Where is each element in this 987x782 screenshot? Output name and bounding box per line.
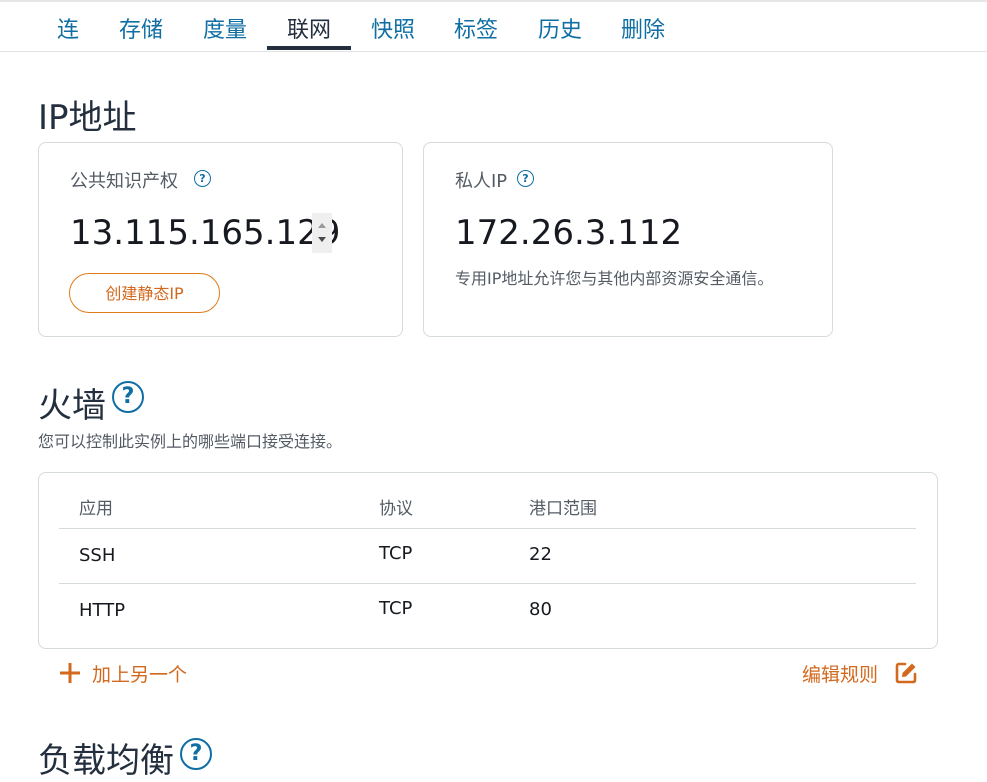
row-ssh-protocol: TCP [379,543,413,564]
row-http-app: HTTP [79,600,126,621]
row-divider [59,583,916,584]
row-divider [59,528,916,529]
firewall-table [38,472,938,649]
create-static-ip-button[interactable]: 创建静态IP [69,273,220,313]
tab-delete[interactable]: 删除 [621,12,665,44]
row-http-port: 80 [529,599,552,620]
add-rule-link[interactable]: 加上另一个 [58,660,208,686]
edit-rules-label[interactable]: 编辑规则 [802,660,878,687]
public-ip-value: 13.115.165.129 [70,213,341,253]
row-ssh-app: SSH [79,545,116,566]
load-balancing-title: 负载均衡 [38,741,174,781]
firewall-title: 火墙 [38,386,106,426]
private-ip-description: 专用IP地址允许您与其他内部资源安全通信。 [455,269,774,288]
private-ip-value: 172.26.3.112 [455,213,683,253]
row-ssh-port: 22 [529,544,552,565]
public-ip-help-icon[interactable]: ? [194,170,211,187]
firewall-help-icon[interactable]: ? [112,381,144,413]
private-ip-help-icon[interactable]: ? [517,170,534,187]
tab-tags[interactable]: 标签 [454,12,498,44]
tab-metrics[interactable]: 度量 [203,12,247,44]
tab-connect[interactable]: 连 [57,12,79,44]
column-header-protocol: 协议 [379,499,413,519]
tab-history[interactable]: 历史 [538,12,582,44]
active-tab-indicator [267,46,351,50]
tab-networking[interactable]: 联网 [287,12,331,44]
row-http-protocol: TCP [379,598,413,619]
column-header-port-range: 港口范围 [529,499,597,519]
plus-icon [60,663,80,683]
private-ip-card: 私人IP ? 172.26.3.112 专用IP地址允许您与其他内部资源安全通信… [423,142,833,337]
tab-snapshots[interactable]: 快照 [371,12,415,44]
spinner-down-icon[interactable] [318,237,326,242]
firewall-description: 您可以控制此实例上的哪些端口接受连接。 [38,432,343,451]
tab-bar: 连 存储 度量 联网 快照 标签 历史 删除 [0,0,987,52]
tab-storage[interactable]: 存储 [119,12,163,44]
add-rule-label[interactable]: 加上另一个 [92,660,187,687]
edit-icon [895,662,917,684]
public-ip-label: 公共知识产权 [70,171,178,192]
public-ip-card: 公共知识产权 ? 13.115.165.129 创建静态IP [38,142,403,337]
edit-rules-link[interactable]: 编辑规则 [802,660,920,688]
ip-section-title: IP地址 [38,98,137,138]
column-header-application: 应用 [79,499,113,519]
spinner-up-icon[interactable] [318,223,326,228]
private-ip-label: 私人IP [455,171,508,192]
load-balancing-help-icon[interactable]: ? [180,738,212,770]
ip-spinner[interactable] [312,213,332,253]
